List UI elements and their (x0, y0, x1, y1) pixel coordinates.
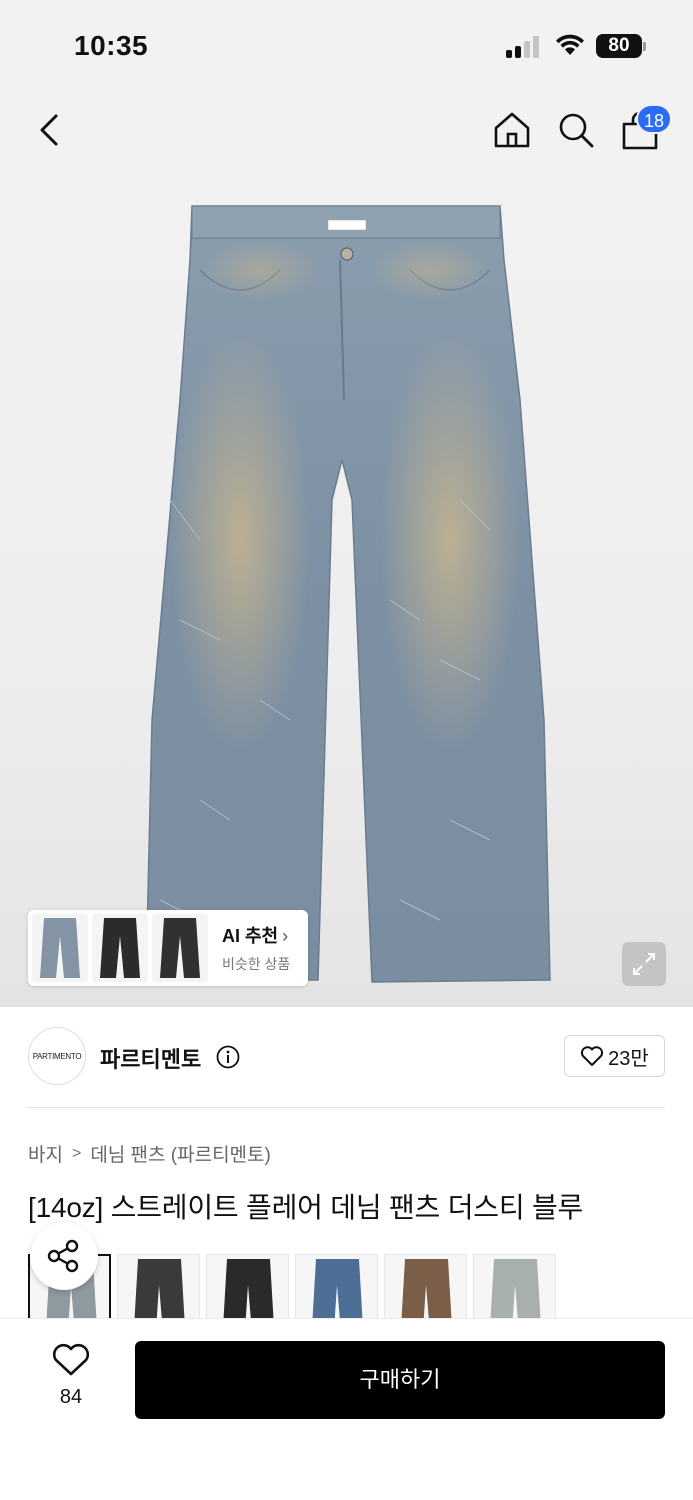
ai-recommend-thumb (32, 914, 88, 982)
home-icon[interactable] (490, 108, 534, 152)
ai-recommend-card[interactable]: AI 추천 › 비슷한 상품 (28, 910, 308, 986)
search-icon[interactable] (554, 108, 598, 152)
share-button[interactable] (30, 1222, 98, 1290)
expand-icon[interactable] (622, 942, 666, 986)
buy-button[interactable]: 구매하기 (135, 1341, 665, 1419)
cellular-signal-icon (506, 36, 542, 58)
back-icon[interactable] (30, 108, 70, 152)
ai-recommend-thumb (152, 914, 208, 982)
product-title: [14oz] 스트레이트 플레어 데님 팬츠 더스티 블루 (28, 1192, 584, 1223)
brand-like-count: 23만 (608, 1047, 649, 1070)
color-option-black[interactable] (206, 1254, 289, 1320)
status-bar: 10:35 80 (0, 0, 693, 92)
share-icon (47, 1239, 79, 1273)
color-option-black-wash[interactable] (117, 1254, 200, 1320)
breadcrumb: 바지 > 데님 팬츠 (파르티멘토) (28, 1140, 271, 1167)
color-option-light-grey[interactable] (473, 1254, 556, 1320)
color-option-mid-blue[interactable] (295, 1254, 378, 1320)
battery-indicator: 80 (596, 34, 642, 58)
breadcrumb-subcategory[interactable]: 데님 팬츠 (파르티멘토) (90, 1140, 271, 1167)
status-time: 10:35 (74, 30, 149, 61)
brand-name[interactable]: 파르티멘토 (100, 1042, 201, 1074)
ai-recommend-title: AI 추천 › (222, 926, 289, 946)
breadcrumb-separator: > (71, 1144, 82, 1162)
heart-icon (581, 1046, 604, 1066)
ai-recommend-subtitle: 비슷한 상품 (222, 956, 291, 972)
chevron-right-icon: › (282, 926, 289, 946)
product-image (145, 205, 551, 983)
wifi-icon (556, 34, 584, 55)
info-icon[interactable] (216, 1045, 240, 1069)
product-image-area[interactable]: 18 AI 추천 › 비슷한 상품 (0, 92, 693, 1007)
battery-nub (643, 42, 646, 51)
wishlist-button[interactable]: 84 (36, 1343, 106, 1423)
bottom-action-bar: 84 구매하기 (0, 1318, 693, 1500)
color-option-brown[interactable] (384, 1254, 467, 1320)
brand-logo[interactable]: PARTIMENTO (28, 1027, 86, 1085)
cart-count-badge: 18 (636, 104, 672, 134)
divider (28, 1107, 665, 1108)
ai-recommend-thumb (92, 914, 148, 982)
heart-icon (52, 1343, 90, 1376)
ai-recommend-text: AI 추천 › 비슷한 상품 (222, 922, 290, 974)
brand-row: PARTIMENTO 파르티멘토 23만 (28, 1027, 665, 1087)
brand-like-button[interactable]: 23만 (564, 1035, 665, 1077)
breadcrumb-category[interactable]: 바지 (28, 1140, 63, 1167)
wishlist-count: 84 (59, 1386, 83, 1408)
color-options (28, 1254, 693, 1320)
